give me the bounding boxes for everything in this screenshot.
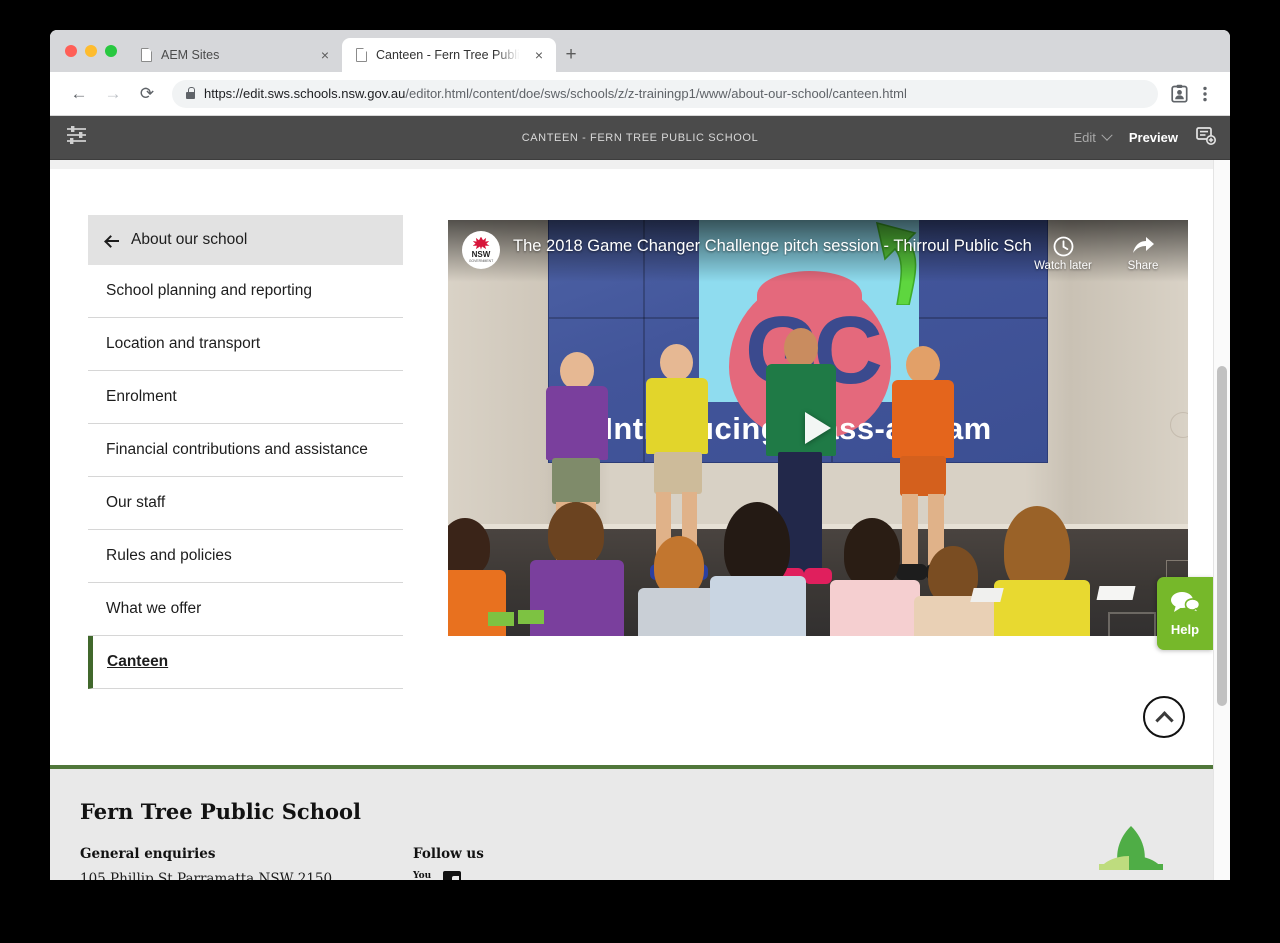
footer-enquiries-heading: General enquiries bbox=[80, 846, 216, 862]
footer-enquiries-column: General enquiries 105 Phillip St Parrama… bbox=[80, 846, 413, 880]
close-tab-button[interactable]: × bbox=[316, 46, 334, 64]
youtube-icon[interactable]: You bbox=[413, 871, 431, 880]
play-button[interactable] bbox=[805, 412, 831, 444]
browser-tab-aem-sites[interactable]: AEM Sites × bbox=[127, 38, 342, 72]
sidebar-item-what-we-offer[interactable]: What we offer bbox=[88, 583, 403, 636]
tab-title: AEM Sites bbox=[161, 48, 220, 62]
lock-icon bbox=[186, 87, 196, 99]
sidebar-item-label: School planning and reporting bbox=[106, 282, 312, 299]
share-arrow-icon bbox=[1132, 235, 1155, 257]
share-button[interactable]: Share bbox=[1112, 235, 1174, 272]
help-label: Help bbox=[1170, 621, 1200, 637]
page-content: About our school School planning and rep… bbox=[50, 160, 1213, 880]
maximize-window-button[interactable] bbox=[105, 45, 117, 57]
page-viewport: About our school School planning and rep… bbox=[50, 160, 1230, 880]
new-tab-button[interactable]: + bbox=[556, 38, 586, 72]
tab-strip: AEM Sites × Canteen - Fern Tree Public S… bbox=[50, 30, 1230, 72]
arrow-left-icon bbox=[106, 234, 119, 247]
clock-icon bbox=[1053, 235, 1074, 257]
share-label: Share bbox=[1127, 260, 1159, 272]
url-host: https://edit.sws.schools.nsw.gov.au bbox=[204, 86, 406, 101]
address-bar[interactable]: https://edit.sws.schools.nsw.gov.au/edit… bbox=[172, 79, 1158, 108]
sidebar-item-label: Canteen bbox=[107, 653, 169, 670]
footer-follow-heading: Follow us bbox=[413, 846, 484, 862]
video-header: NSW GOVERNMENT The 2018 Game Changer Cha… bbox=[448, 220, 1188, 272]
sidebar-item-label: What we offer bbox=[106, 600, 202, 617]
waratah-icon bbox=[472, 236, 490, 250]
video-actions: Watch later Share bbox=[1032, 231, 1174, 272]
sliders-toggle-icon[interactable] bbox=[66, 125, 88, 150]
watch-later-button[interactable]: Watch later bbox=[1032, 235, 1094, 272]
sidebar-item-school-planning-and-reporting[interactable]: School planning and reporting bbox=[88, 265, 403, 318]
nsw-waratah-logo[interactable]: NSW GOVERNMENT bbox=[462, 231, 500, 269]
page-scrollbar[interactable] bbox=[1213, 160, 1230, 880]
sidebar-item-canteen[interactable]: Canteen bbox=[88, 636, 403, 689]
watch-later-label: Watch later bbox=[1034, 260, 1092, 272]
page-properties-icon[interactable] bbox=[1196, 125, 1216, 150]
sidebar-parent-label: About our school bbox=[131, 231, 248, 248]
close-tab-button[interactable]: × bbox=[530, 46, 548, 64]
sidebar-item-label: Enrolment bbox=[106, 388, 177, 405]
footer-address: 105 Phillip St Parramatta NSW 2150 bbox=[80, 871, 333, 880]
edit-mode-dropdown[interactable]: Edit bbox=[1073, 129, 1113, 145]
browser-window: AEM Sites × Canteen - Fern Tree Public S… bbox=[50, 30, 1230, 880]
nsw-label: NSW bbox=[471, 249, 491, 259]
reload-icon[interactable]: ⟳ bbox=[132, 79, 162, 109]
fern-leaf-logo bbox=[1099, 826, 1163, 870]
sidebar-item-our-staff[interactable]: Our staff bbox=[88, 477, 403, 530]
video-title[interactable]: The 2018 Game Changer Challenge pitch se… bbox=[500, 231, 1032, 256]
tab-title: Canteen - Fern Tree Public Sch bbox=[376, 48, 521, 62]
url-text: https://edit.sws.schools.nsw.gov.au/edit… bbox=[204, 86, 907, 101]
preview-button[interactable]: Preview bbox=[1129, 130, 1178, 145]
back-icon[interactable]: ← bbox=[64, 79, 94, 109]
edit-mode-label: Edit bbox=[1073, 130, 1096, 145]
footer-social-column: Follow us You bbox=[413, 846, 746, 880]
scrollbar-thumb[interactable] bbox=[1217, 366, 1227, 706]
forward-icon[interactable]: → bbox=[98, 79, 128, 109]
facebook-icon[interactable] bbox=[443, 871, 462, 880]
youtube-video-embed[interactable]: GC Introducing Class-a-gram bbox=[448, 220, 1188, 636]
sidebar-item-label: Financial contributions and assistance bbox=[106, 441, 368, 458]
page-icon bbox=[141, 47, 153, 62]
page-top-gap bbox=[50, 160, 1213, 169]
sidebar-item-label: Rules and policies bbox=[106, 547, 232, 564]
sidebar-item-financial-contributions-and-assistance[interactable]: Financial contributions and assistance bbox=[88, 424, 403, 477]
window-traffic-lights bbox=[50, 30, 127, 72]
nsw-sublabel: GOVERNMENT bbox=[468, 258, 494, 263]
sidebar-item-label: Location and transport bbox=[106, 335, 261, 352]
three-dot-menu-icon[interactable] bbox=[1192, 81, 1218, 107]
browser-toolbar: ← → ⟳ https://edit.sws.schools.nsw.gov.a… bbox=[50, 72, 1230, 116]
back-to-top-button[interactable] bbox=[1143, 696, 1185, 738]
sidebar-item-location-and-transport[interactable]: Location and transport bbox=[88, 318, 403, 371]
minimize-window-button[interactable] bbox=[85, 45, 97, 57]
profile-badge-icon[interactable] bbox=[1166, 81, 1192, 107]
chevron-down-icon bbox=[1101, 129, 1113, 141]
chevron-up-icon bbox=[1154, 710, 1174, 730]
browser-tab-canteen[interactable]: Canteen - Fern Tree Public Sch × bbox=[342, 38, 556, 72]
sidebar-item-about-our-school[interactable]: About our school bbox=[88, 215, 403, 265]
close-window-button[interactable] bbox=[65, 45, 77, 57]
sidebar-item-rules-and-policies[interactable]: Rules and policies bbox=[88, 530, 403, 583]
page-icon bbox=[356, 47, 368, 62]
footer-school-name: Fern Tree Public School bbox=[80, 799, 361, 824]
url-path: /editor.html/content/doe/sws/schools/z/z… bbox=[405, 86, 907, 101]
section-navigation: About our school School planning and rep… bbox=[88, 215, 403, 689]
page-title: CANTEEN - FERN TREE PUBLIC SCHOOL bbox=[521, 131, 759, 144]
sidebar-item-label: Our staff bbox=[106, 494, 166, 511]
aem-editor-toolbar: CANTEEN - FERN TREE PUBLIC SCHOOL Edit P… bbox=[50, 116, 1230, 160]
site-footer: Fern Tree Public School General enquirie… bbox=[50, 765, 1213, 880]
help-widget[interactable]: Help bbox=[1157, 577, 1213, 650]
chat-bubbles-icon bbox=[1170, 591, 1201, 618]
sidebar-item-enrolment[interactable]: Enrolment bbox=[88, 371, 403, 424]
